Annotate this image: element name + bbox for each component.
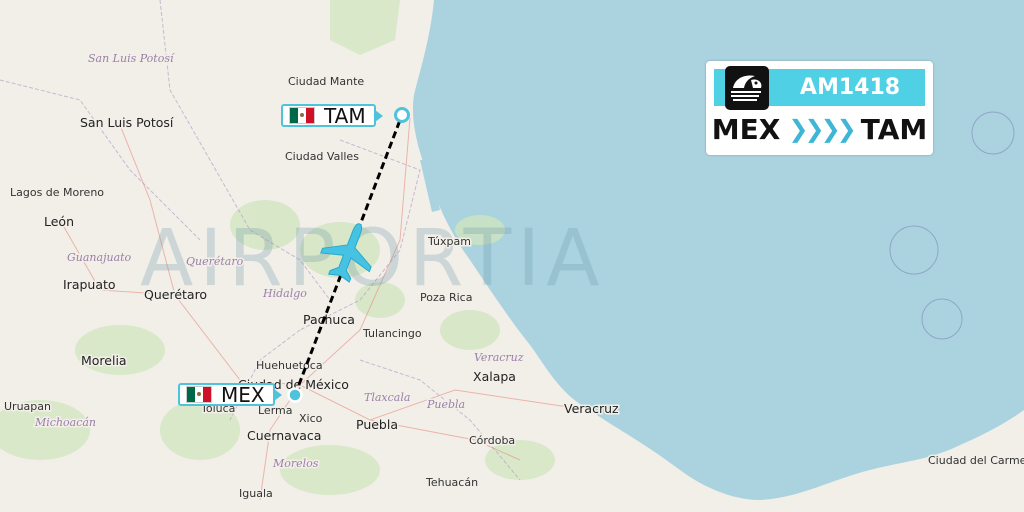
region-label: Puebla (426, 398, 465, 411)
city-label: Lagos de Moreno (10, 186, 104, 199)
region-label: Querétaro (186, 255, 244, 268)
city-label: Huehuetoca (256, 359, 323, 372)
region-label: Guanajuato (67, 251, 132, 264)
city-label: Uruapan (4, 400, 51, 413)
route-destination: TAM (860, 112, 928, 146)
label-pointer-icon (374, 110, 383, 122)
flight-route: MEX ❯❯❯❯ TAM (711, 111, 928, 147)
city-label: Córdoba (469, 434, 515, 447)
city-label: Poza Rica (420, 291, 472, 304)
city-label: Ciudad Mante (288, 75, 364, 88)
mexico-flag-icon (289, 107, 315, 124)
origin-code: MEX (221, 382, 265, 407)
city-label: Tulancingo (362, 327, 422, 340)
region-label: San Luis Potosí (88, 52, 175, 65)
city-label: Xico (299, 412, 323, 425)
city-label: San Luis Potosí (80, 115, 174, 130)
aeromexico-eagle-icon (725, 66, 769, 110)
city-label: Ciudad del Carmen (928, 454, 1024, 467)
region-label: Veracruz (474, 351, 524, 364)
city-label: Iguala (239, 487, 273, 500)
city-label: Cuernavaca (247, 428, 321, 443)
destination-airport-label[interactable]: TAM (281, 103, 383, 128)
region-label: Hidalgo (262, 287, 307, 300)
city-label: Veracruz (564, 401, 619, 416)
city-label: Morelia (81, 353, 127, 368)
city-label: Irapuato (63, 277, 116, 292)
region-label: Michoacán (34, 416, 96, 429)
flight-info-card[interactable]: AM1418 MEX ❯❯❯❯ TAM (706, 61, 933, 155)
region-label: Tlaxcala (364, 391, 410, 404)
label-pointer-icon (273, 389, 282, 401)
route-arrow-icon: ❯❯❯❯ (788, 115, 856, 143)
origin-airport-label[interactable]: MEX (178, 382, 282, 407)
city-label: Pachuca (303, 312, 355, 327)
city-label: Puebla (356, 417, 398, 432)
city-label: Tehuacán (425, 476, 478, 489)
city-label: Ciudad Valles (285, 150, 359, 163)
destination-code: TAM (324, 103, 366, 128)
route-origin: MEX (711, 112, 781, 146)
city-label: León (44, 214, 74, 229)
flight-number: AM1418 (799, 75, 901, 100)
mexico-flag-icon (186, 386, 212, 403)
city-label: Querétaro (144, 287, 207, 302)
city-label: Túxpam (427, 235, 471, 248)
city-label: Xalapa (473, 369, 516, 384)
region-label: Morelos (272, 457, 319, 470)
